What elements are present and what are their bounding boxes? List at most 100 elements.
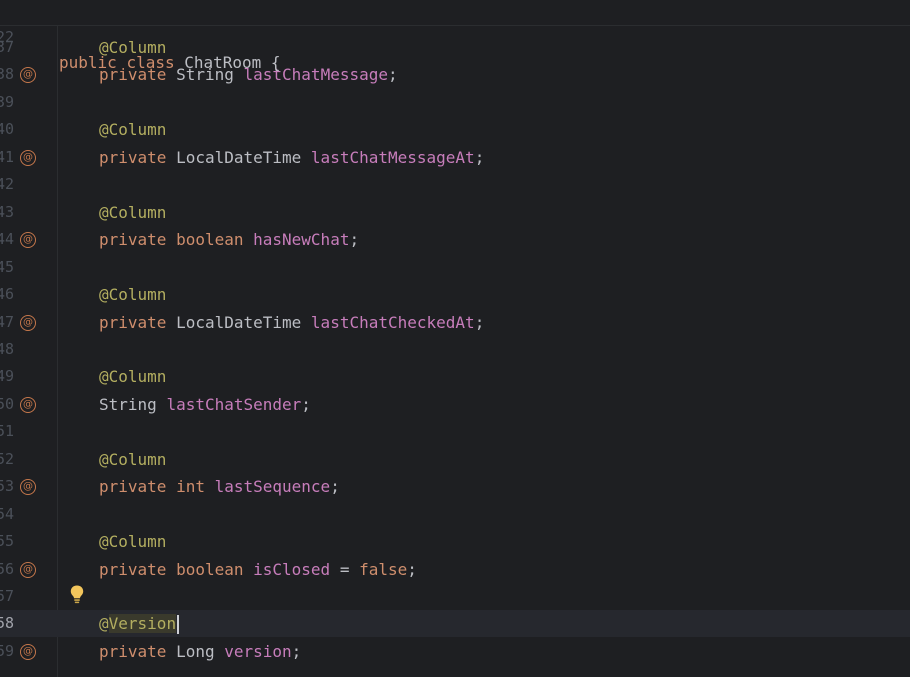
- code-token: ChatRoom {: [184, 53, 281, 72]
- line-number: 44: [0, 230, 14, 248]
- annotation-at-icon[interactable]: @: [20, 479, 36, 495]
- code-line[interactable]: 47 @ private LocalDateTime lastChatChecked…: [0, 309, 910, 336]
- code-token: Long: [176, 642, 225, 661]
- code-token: ;: [407, 560, 417, 579]
- code-token: hasNewChat: [253, 230, 350, 249]
- code-token: private: [99, 642, 177, 661]
- code-token: =: [330, 560, 360, 579]
- annotation-at-icon[interactable]: @: [20, 397, 36, 413]
- code-token: String: [99, 395, 167, 414]
- code-text: private boolean isClosed = false;: [99, 556, 417, 583]
- line-number: 22: [0, 28, 14, 46]
- text-caret: [177, 615, 180, 634]
- code-text: private boolean hasNewChat;: [99, 226, 359, 253]
- line-number: 59: [0, 642, 14, 660]
- code-token: ;: [349, 230, 360, 249]
- code-token: @: [99, 614, 109, 633]
- code-line[interactable]: 43 @Column: [0, 199, 910, 226]
- line-number: 41: [0, 148, 14, 166]
- code-line[interactable]: 52 @Column: [0, 446, 910, 473]
- code-token: ;: [474, 313, 485, 332]
- code-text: private LocalDateTime lastChatMessageAt;: [99, 144, 484, 171]
- line-number: 50: [0, 395, 14, 413]
- code-text: @Column: [99, 199, 166, 226]
- code-token: boolean: [176, 230, 254, 249]
- code-text: @Column: [99, 446, 166, 473]
- annotation-at-icon[interactable]: @: [20, 232, 36, 248]
- code-token: ;: [330, 477, 340, 496]
- line-number: 56: [0, 560, 14, 578]
- code-line[interactable]: 40 @Column: [0, 116, 910, 143]
- code-text: private LocalDateTime lastChatCheckedAt;: [99, 309, 484, 336]
- code-token: Version: [108, 614, 177, 633]
- code-text: String lastChatSender;: [99, 391, 311, 418]
- code-line[interactable]: 50 @ String lastChatSender;: [0, 391, 910, 418]
- code-line[interactable]: 44 @ private boolean hasNewChat;: [0, 226, 910, 253]
- line-number: 43: [0, 203, 14, 221]
- sticky-line[interactable]: 22 public class ChatRoom {: [0, 0, 910, 72]
- code-token: @Column: [99, 450, 167, 469]
- code-line[interactable]: 59 @ private Long version;: [0, 638, 910, 665]
- code-text: @Column: [99, 363, 166, 390]
- code-token: private: [99, 313, 177, 332]
- line-number: 48: [0, 340, 14, 358]
- code-text: @Version: [99, 610, 180, 637]
- code-line[interactable]: 45: [0, 254, 910, 281]
- code-line[interactable]: 55 @Column: [0, 528, 910, 555]
- line-number: 45: [0, 258, 14, 276]
- code-token: private: [99, 560, 177, 579]
- code-token: version: [224, 642, 292, 661]
- line-number: 51: [0, 422, 14, 440]
- line-number: 40: [0, 120, 14, 138]
- code-token: isClosed: [253, 560, 331, 579]
- code-token: int: [176, 477, 215, 496]
- code-token: public: [59, 53, 127, 72]
- annotation-at-icon[interactable]: @: [20, 562, 36, 578]
- code-token: @Column: [99, 367, 167, 386]
- code-line[interactable]: 57: [0, 583, 910, 610]
- line-number: 53: [0, 477, 14, 495]
- code-text: @Column: [99, 281, 166, 308]
- code-text: private Long version;: [99, 638, 301, 665]
- code-line[interactable]: 41 @ private LocalDateTime lastChatMessage…: [0, 144, 910, 171]
- code-token: lastChatCheckedAt: [310, 313, 475, 332]
- code-line[interactable]: 56 @ private boolean isClosed = false;: [0, 556, 910, 583]
- code-token: LocalDateTime: [176, 148, 311, 167]
- code-token: private: [99, 148, 177, 167]
- code-token: ;: [388, 65, 398, 84]
- code-token: lastChatMessageAt: [310, 148, 475, 167]
- code-token: boolean: [176, 560, 254, 579]
- code-token: lastChatSender: [166, 395, 302, 414]
- code-token: LocalDateTime: [176, 313, 311, 332]
- code-token: lastSequence: [214, 477, 331, 496]
- code-line[interactable]: 39: [0, 89, 910, 116]
- code-token: @Column: [99, 285, 167, 304]
- line-number: 55: [0, 532, 14, 550]
- code-line[interactable]: 54: [0, 501, 910, 528]
- lightbulb-icon[interactable]: [68, 584, 86, 604]
- code-token: ;: [301, 395, 311, 414]
- sticky-class-header[interactable]: 22 public class ChatRoom {: [0, 0, 910, 72]
- annotation-at-icon[interactable]: @: [20, 644, 36, 660]
- code-line[interactable]: 49 @Column: [0, 363, 910, 390]
- code-editor[interactable]: 22 public class ChatRoom { 37 @Column 38 @ p…: [0, 0, 910, 677]
- code-text: private int lastSequence;: [99, 473, 340, 500]
- code-line[interactable]: 48: [0, 336, 910, 363]
- code-token: ;: [291, 642, 302, 661]
- line-number: 58: [0, 614, 14, 632]
- code-text: public class ChatRoom {: [59, 50, 281, 75]
- line-number: 54: [0, 505, 14, 523]
- code-token: class: [126, 53, 185, 72]
- annotation-at-icon[interactable]: @: [20, 315, 36, 331]
- code-text: @Column: [99, 528, 166, 555]
- current-code-line[interactable]: 58 @Version: [0, 610, 910, 637]
- code-line[interactable]: 53 @ private int lastSequence;: [0, 473, 910, 500]
- line-number: 57: [0, 587, 14, 605]
- code-line[interactable]: 51: [0, 418, 910, 445]
- code-token: ;: [474, 148, 485, 167]
- code-token: @Column: [99, 532, 167, 551]
- code-token: private: [99, 477, 177, 496]
- code-line[interactable]: 42: [0, 171, 910, 198]
- code-line[interactable]: 46 @Column: [0, 281, 910, 308]
- annotation-at-icon[interactable]: @: [20, 150, 36, 166]
